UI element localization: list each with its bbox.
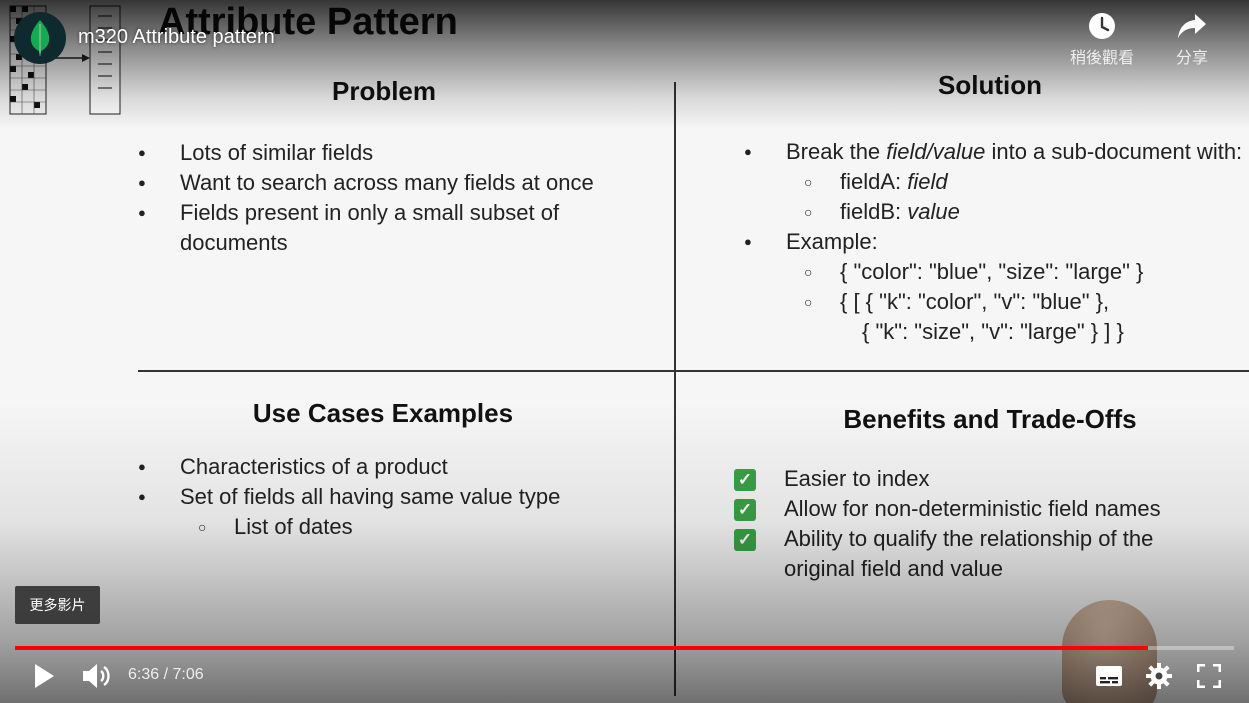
subtitles-icon [1096, 666, 1122, 686]
clock-icon [1089, 13, 1115, 39]
sub-list-item: { [ { "k": "color", "v": "blue" }, [792, 287, 1249, 317]
channel-avatar[interactable] [14, 12, 66, 64]
sub-item-value: value [907, 199, 960, 224]
sub-item-label: fieldB: [840, 199, 908, 224]
list-item: ✓ Ability to qualify the relationship of … [734, 524, 1204, 584]
video-frame[interactable]: Attribute Pattern Problem Lots of simila… [0, 0, 1249, 703]
list-item: ✓ Allow for non-deterministic field names [734, 494, 1204, 524]
horizontal-divider [138, 370, 1249, 372]
sub-item-label: fieldA: [840, 169, 908, 194]
benefits-list: ✓ Easier to index ✓ Allow for non-determin… [734, 464, 1204, 584]
check-icon: ✓ [734, 529, 756, 551]
list-item: Fields present in only a small subset of… [138, 198, 638, 258]
sub-list-item: fieldB: value [792, 197, 1249, 227]
play-icon [35, 664, 54, 688]
progress-bar[interactable] [15, 646, 1234, 650]
watch-later-label: 稍後觀看 [1069, 50, 1134, 67]
gear-icon [1146, 663, 1172, 689]
subtitles-button[interactable] [1092, 660, 1126, 692]
benefit-text: Allow for non-deterministic field names [784, 496, 1161, 521]
volume-button[interactable] [80, 660, 114, 692]
list-item: Want to search across many fields at onc… [138, 168, 638, 198]
vertical-divider [674, 82, 676, 696]
sub-list-item: { "color": "blue", "size": "large" } [792, 257, 1249, 287]
problem-heading: Problem [331, 76, 437, 106]
share-button[interactable]: 分享 [1152, 12, 1232, 68]
benefits-heading: Benefits and Trade-Offs [843, 404, 1137, 434]
fullscreen-button[interactable] [1193, 660, 1225, 692]
solution-item-text-post: into a sub-document with: [985, 139, 1243, 164]
list-item: Set of fields all having same value type [138, 482, 658, 512]
settings-button[interactable] [1142, 660, 1176, 692]
solution-list: Break the field/value into a sub-documen… [744, 137, 1249, 347]
example-continuation: { "k": "size", "v": "large" } ] } [862, 319, 1124, 344]
check-icon: ✓ [734, 499, 756, 521]
list-item: Break the field/value into a sub-documen… [744, 137, 1249, 167]
use-cases-heading: Use Cases Examples [252, 398, 514, 428]
share-arrow-icon [1178, 14, 1206, 38]
solution-heading: Solution [938, 70, 1042, 100]
watch-later-button[interactable]: 稍後觀看 [1062, 12, 1142, 68]
fullscreen-icon [1197, 664, 1221, 688]
list-item: Example: [744, 227, 1249, 257]
benefit-text: Ability to qualify the relationship of t… [784, 526, 1154, 581]
time-display: 6:36 / 7:06 [128, 666, 204, 683]
sub-item-value: field [907, 169, 948, 194]
volume-icon [83, 664, 110, 688]
more-videos-button[interactable]: 更多影片 [15, 586, 100, 624]
list-item: Characteristics of a product [138, 452, 658, 482]
benefit-text: Easier to index [784, 466, 930, 491]
check-icon: ✓ [734, 469, 756, 491]
share-label: 分享 [1175, 50, 1208, 67]
use-cases-list: Characteristics of a product Set of fiel… [138, 452, 658, 542]
play-button[interactable] [28, 660, 60, 692]
list-item: ✓ Easier to index [734, 464, 1204, 494]
solution-item-text-em: field/value [886, 139, 986, 164]
problem-list: Lots of similar fields Want to search ac… [138, 138, 638, 258]
solution-item-text-pre: Break the [786, 139, 887, 164]
sub-list-item: fieldA: field [792, 167, 1249, 197]
video-title-link[interactable]: m320 Attribute pattern [78, 26, 275, 49]
list-item: Lots of similar fields [138, 138, 638, 168]
mongodb-leaf-icon [30, 20, 50, 56]
progress-fill [15, 646, 1149, 650]
sub-list-item: List of dates [186, 512, 658, 542]
